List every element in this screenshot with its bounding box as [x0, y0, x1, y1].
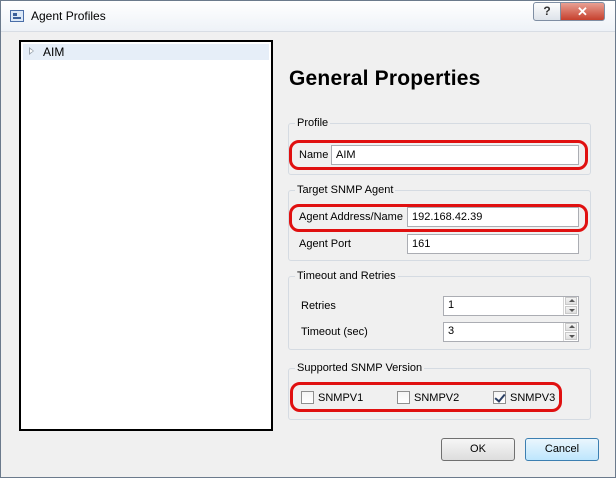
timeout-value: 3: [448, 325, 455, 337]
spin-up-icon[interactable]: [565, 323, 577, 331]
agent-port-field[interactable]: 161: [407, 234, 579, 254]
name-highlight: [289, 140, 588, 170]
target-agent-group-label: Target SNMP Agent: [295, 184, 396, 196]
close-button[interactable]: ✕: [560, 2, 605, 21]
timeout-label: Timeout (sec): [301, 326, 368, 338]
snmp-version-group-label: Supported SNMP Version: [295, 362, 425, 374]
tree-item-aim[interactable]: AIM: [23, 44, 269, 60]
spin-down-icon[interactable]: [565, 332, 577, 340]
timeout-spinbox[interactable]: 3: [443, 322, 579, 342]
timeout-spin-buttons: [563, 323, 578, 341]
agent-address-highlight: [289, 204, 588, 232]
timeout-retries-group-label: Timeout and Retries: [295, 270, 398, 282]
ok-button[interactable]: OK: [441, 438, 515, 461]
window-title: Agent Profiles: [31, 9, 106, 23]
retries-label: Retries: [301, 300, 336, 312]
retries-spinbox[interactable]: 1: [443, 296, 579, 316]
spin-up-icon[interactable]: [565, 297, 577, 305]
retries-spin-buttons: [563, 297, 578, 315]
profile-tree[interactable]: AIM: [19, 40, 273, 431]
cancel-button[interactable]: Cancel: [525, 438, 599, 461]
snmp-version-highlight: [290, 382, 562, 412]
retries-value: 1: [448, 299, 455, 311]
profile-group-label: Profile: [295, 117, 331, 129]
agent-profiles-dialog: Agent Profiles ? ✕ AIM General Propertie…: [0, 0, 616, 478]
app-icon: [10, 10, 24, 22]
collapsed-arrow-icon[interactable]: [29, 47, 34, 55]
title-bar[interactable]: Agent Profiles ? ✕: [1, 1, 615, 32]
help-button[interactable]: ?: [533, 2, 561, 21]
spin-down-icon[interactable]: [565, 306, 577, 314]
tree-item-label: AIM: [43, 45, 65, 59]
page-title: General Properties: [289, 67, 481, 90]
agent-port-label: Agent Port: [299, 238, 351, 250]
